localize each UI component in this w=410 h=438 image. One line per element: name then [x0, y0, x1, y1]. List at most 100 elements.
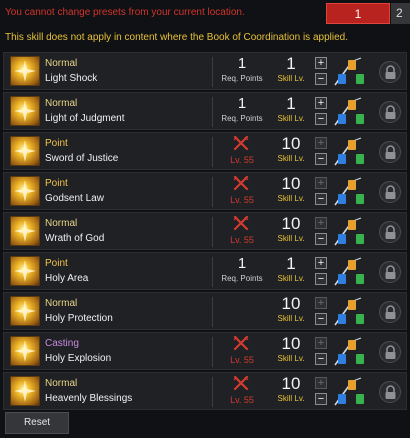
tripod-tier3-icon[interactable] — [356, 114, 364, 124]
tripod-tier2-icon[interactable] — [338, 154, 346, 164]
skill-level: 10 Skill Lv. — [270, 214, 312, 244]
skill-row[interactable]: Point Godsent Law Lv. 55 10 Skill Lv. + … — [3, 172, 407, 210]
level-up-button[interactable]: + — [315, 57, 327, 69]
tripod-tier2-icon[interactable] — [338, 114, 346, 124]
lock-button[interactable] — [379, 181, 401, 203]
tripod-tier1-icon[interactable] — [348, 300, 356, 310]
lock-icon — [385, 145, 396, 159]
wrath-of-god-icon[interactable] — [10, 216, 40, 246]
location-warning: You cannot change presets from your curr… — [5, 7, 245, 18]
level-up-button[interactable]: + — [315, 337, 327, 349]
skill-level-value: 10 — [281, 294, 301, 313]
skill-name: Heavenly Blessings — [45, 393, 133, 404]
lock-icon — [385, 65, 396, 79]
tripod-tier3-icon[interactable] — [356, 314, 364, 324]
level-up-button[interactable]: + — [315, 177, 327, 189]
tripod-tier2-icon[interactable] — [338, 394, 346, 404]
divider — [212, 177, 213, 207]
tripod-tier3-icon[interactable] — [356, 154, 364, 164]
skill-row[interactable]: Point Sword of Justice Lv. 55 10 Skill L… — [3, 132, 407, 170]
skill-row[interactable]: Normal Holy Protection 10 Skill Lv. + − — [3, 292, 407, 330]
reset-button[interactable]: Reset — [5, 412, 69, 434]
skill-name: Wrath of God — [45, 233, 105, 244]
tripod-tier2-icon[interactable] — [338, 74, 346, 84]
level-up-button[interactable]: + — [315, 97, 327, 109]
lock-button[interactable] — [379, 101, 401, 123]
tripod-tier1-icon[interactable] — [348, 60, 356, 70]
skill-level-value: 1 — [286, 94, 296, 113]
level-down-button[interactable]: − — [315, 233, 327, 245]
skill-type: Normal — [45, 298, 78, 309]
lock-button[interactable] — [379, 61, 401, 83]
level-up-button[interactable]: + — [315, 257, 327, 269]
level-down-button[interactable]: − — [315, 193, 327, 205]
preset-tab-1[interactable]: 1 — [326, 3, 390, 24]
level-down-button[interactable]: − — [315, 273, 327, 285]
tripod-tier2-icon[interactable] — [338, 234, 346, 244]
light-shock-icon[interactable] — [10, 56, 40, 86]
tripod-tier1-icon[interactable] — [348, 140, 356, 150]
level-up-button[interactable]: + — [315, 217, 327, 229]
holy-area-icon[interactable] — [10, 256, 40, 286]
crossed-swords-icon — [233, 376, 249, 390]
level-down-button[interactable]: − — [315, 73, 327, 85]
tripod-tier1-icon[interactable] — [348, 260, 356, 270]
lock-button[interactable] — [379, 301, 401, 323]
tripod-tier3-icon[interactable] — [356, 274, 364, 284]
holy-explosion-icon[interactable] — [10, 336, 40, 366]
tripod-tier3-icon[interactable] — [356, 74, 364, 84]
tripod-tier2-icon[interactable] — [338, 194, 346, 204]
preset-tab-2[interactable]: 2 — [391, 3, 410, 24]
skill-name: Light Shock — [45, 73, 98, 84]
skill-level: 1 Skill Lv. — [270, 55, 312, 84]
tripod-tier3-icon[interactable] — [356, 394, 364, 404]
lock-button[interactable] — [379, 381, 401, 403]
level-down-button[interactable]: − — [315, 393, 327, 405]
tripod-tier2-icon[interactable] — [338, 354, 346, 364]
lock-icon — [385, 345, 396, 359]
lock-button[interactable] — [379, 221, 401, 243]
skill-type: Normal — [45, 58, 78, 69]
tripod-tier2-icon[interactable] — [338, 314, 346, 324]
skill-row[interactable]: Point Holy Area 1 Req. Points 1 Skill Lv… — [3, 252, 407, 290]
holy-protection-icon[interactable] — [10, 296, 40, 326]
tripod-tier1-icon[interactable] — [348, 180, 356, 190]
level-up-button[interactable]: + — [315, 137, 327, 149]
tripod-tier3-icon[interactable] — [356, 354, 364, 364]
skill-level-value: 10 — [281, 174, 301, 193]
level-down-button[interactable]: − — [315, 153, 327, 165]
skill-row[interactable]: Normal Light Shock 1 Req. Points 1 Skill… — [3, 52, 407, 90]
tripod-tier1-icon[interactable] — [348, 100, 356, 110]
skill-level-value: 10 — [281, 214, 301, 233]
lock-icon — [385, 185, 396, 199]
heavenly-blessings-icon[interactable] — [10, 376, 40, 406]
light-of-judgment-icon[interactable] — [10, 96, 40, 126]
level-up-button[interactable]: + — [315, 377, 327, 389]
level-down-button[interactable]: − — [315, 313, 327, 325]
lock-icon — [385, 225, 396, 239]
lock-button[interactable] — [379, 341, 401, 363]
lock-button[interactable] — [379, 141, 401, 163]
tripod-tier1-icon[interactable] — [348, 380, 356, 390]
godsent-law-icon[interactable] — [10, 176, 40, 206]
level-down-button[interactable]: − — [315, 353, 327, 365]
lock-button[interactable] — [379, 261, 401, 283]
tripod-tier1-icon[interactable] — [348, 340, 356, 350]
tripod-tier3-icon[interactable] — [356, 234, 364, 244]
skill-row[interactable]: Casting Holy Explosion Lv. 55 10 Skill L… — [3, 332, 407, 370]
required-level: Lv. 55 — [230, 155, 254, 165]
crossed-swords-icon — [233, 216, 249, 230]
divider — [212, 57, 213, 87]
level-down-button[interactable]: − — [315, 113, 327, 125]
tripod-tier3-icon[interactable] — [356, 194, 364, 204]
level-up-button[interactable]: + — [315, 297, 327, 309]
skill-name: Holy Protection — [45, 313, 113, 324]
skill-row[interactable]: Normal Light of Judgment 1 Req. Points 1… — [3, 92, 407, 130]
divider — [212, 97, 213, 127]
tripod-tier2-icon[interactable] — [338, 274, 346, 284]
sword-of-justice-icon[interactable] — [10, 136, 40, 166]
lock-icon — [385, 265, 396, 279]
tripod-tier1-icon[interactable] — [348, 220, 356, 230]
skill-row[interactable]: Normal Wrath of God Lv. 55 10 Skill Lv. … — [3, 212, 407, 250]
skill-row[interactable]: Normal Heavenly Blessings Lv. 55 10 Skil… — [3, 372, 407, 410]
